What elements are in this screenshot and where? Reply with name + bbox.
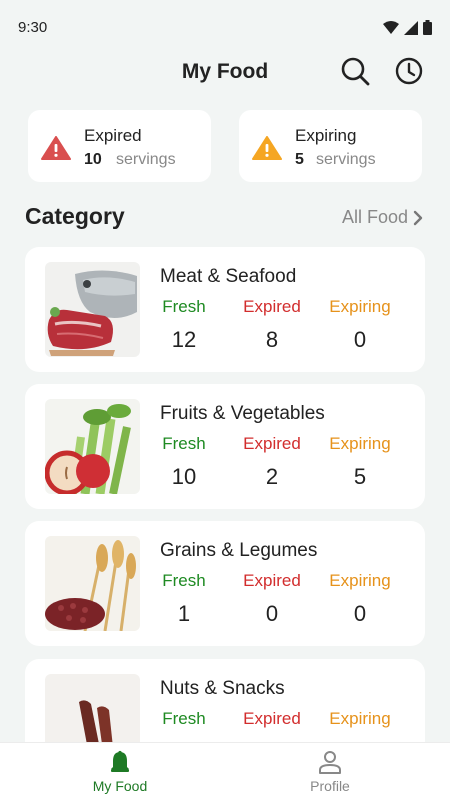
tab-label: My Food <box>92 778 148 794</box>
status-bar: 9:30 <box>0 0 450 56</box>
status-icons <box>383 20 432 35</box>
section-title: Category <box>25 203 125 229</box>
fresh-label: Fresh <box>162 434 206 453</box>
bottom-tab-bar: My Food Profile <box>0 742 450 800</box>
expiring-label: Expiring <box>329 297 391 316</box>
all-food-link[interactable]: All Food <box>342 207 408 228</box>
expiring-label: Expiring <box>329 571 391 590</box>
warning-icon <box>252 136 282 160</box>
category-card-grains-legumes[interactable]: Grains & Legumes Fresh Expired Expiring … <box>25 521 425 646</box>
expiring-label: Expiring <box>329 434 391 453</box>
chevron-right-icon[interactable] <box>413 210 423 226</box>
expired-count: 2 <box>265 464 279 489</box>
expiring-label: Expiring <box>329 709 391 728</box>
expiring-count: 5 <box>353 464 367 489</box>
expired-summary-card[interactable]: Expired 10 servings <box>28 110 211 182</box>
category-name: Fruits & Vegetables <box>160 403 325 424</box>
app-header: My Food <box>0 50 450 94</box>
fresh-label: Fresh <box>162 709 206 728</box>
grains-legumes-image <box>45 536 140 631</box>
category-name: Meat & Seafood <box>160 266 297 287</box>
tab-profile[interactable]: Profile <box>250 743 410 800</box>
fresh-label: Fresh <box>162 571 206 590</box>
fresh-label: Fresh <box>162 297 206 316</box>
expiring-count: 0 <box>353 601 367 626</box>
signal-icon <box>404 20 418 35</box>
expiring-summary-card[interactable]: Expiring 5 servings <box>239 110 422 182</box>
category-card-meat-seafood[interactable]: Meat & Seafood Fresh Expired Expiring 12… <box>25 247 425 372</box>
wifi-icon <box>383 20 399 34</box>
meat-seafood-image <box>45 262 140 357</box>
clock-icon <box>395 57 423 85</box>
status-time: 9:30 <box>18 19 48 36</box>
expired-label: Expired <box>243 297 301 316</box>
expired-label: Expired <box>243 434 301 453</box>
person-icon <box>319 751 341 774</box>
fruits-vegetables-image <box>45 399 140 494</box>
expired-summary-title: Expired <box>84 126 142 145</box>
expiring-summary-title: Expiring <box>295 126 357 145</box>
search-icon <box>341 57 370 86</box>
battery-icon <box>423 20 432 35</box>
expired-summary-count: 10 <box>84 151 102 168</box>
expired-label: Expired <box>243 571 301 590</box>
expired-count: 0 <box>265 601 279 626</box>
expired-label: Expired <box>243 709 301 728</box>
category-name: Nuts & Snacks <box>160 678 285 699</box>
bell-icon <box>111 750 129 772</box>
search-button[interactable] <box>340 56 370 86</box>
expired-count: 8 <box>265 327 279 352</box>
tab-label: Profile <box>310 778 350 794</box>
expiring-summary-count: 5 <box>295 151 304 168</box>
warning-icon <box>41 136 71 160</box>
fresh-count: 12 <box>171 327 197 352</box>
category-card-fruits-vegetables[interactable]: Fruits & Vegetables Fresh Expired Expiri… <box>25 384 425 509</box>
fresh-count: 10 <box>171 464 197 489</box>
category-name: Grains & Legumes <box>160 540 318 561</box>
expiring-summary-unit: servings <box>316 151 376 168</box>
expiring-count: 0 <box>353 327 367 352</box>
page-title: My Food <box>181 60 269 83</box>
tab-my-food[interactable]: My Food <box>40 743 200 800</box>
expired-summary-unit: servings <box>116 151 176 168</box>
fresh-count: 1 <box>177 601 191 626</box>
history-button[interactable] <box>394 56 424 86</box>
